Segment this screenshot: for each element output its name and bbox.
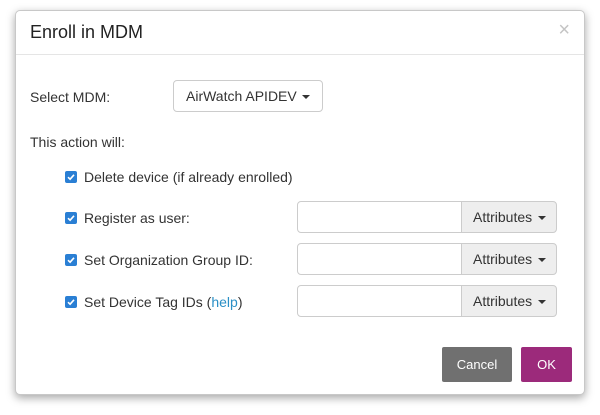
dialog-header: Enroll in MDM × <box>16 11 584 55</box>
attributes-label: Attributes <box>473 209 533 225</box>
org-group-label: Set Organization Group ID: <box>84 252 253 268</box>
device-tags-input-group: Attributes <box>297 285 557 317</box>
attributes-label: Attributes <box>473 293 533 309</box>
device-tags-label: Set Device Tag IDs (help) <box>84 293 243 311</box>
device-tags-input[interactable] <box>297 285 462 317</box>
register-user-label: Register as user: <box>84 210 190 226</box>
register-user-checkbox[interactable] <box>65 212 77 224</box>
caret-down-icon <box>538 300 546 304</box>
org-group-checkbox[interactable] <box>65 254 77 266</box>
caret-down-icon <box>538 258 546 262</box>
checkmark-icon <box>67 299 75 306</box>
caret-down-icon <box>302 95 310 99</box>
mdm-select-dropdown[interactable]: AirWatch APIDEV <box>173 80 323 112</box>
register-user-input[interactable] <box>297 201 462 233</box>
delete-device-checkbox[interactable] <box>65 171 77 183</box>
checkmark-icon <box>67 215 75 222</box>
device-tags-label-suffix: ) <box>237 294 243 310</box>
enroll-mdm-dialog: Enroll in MDM × Select MDM: AirWatch API… <box>15 10 585 395</box>
delete-device-label: Delete device (if already enrolled) <box>84 169 293 185</box>
ok-button[interactable]: OK <box>521 347 572 382</box>
device-tags-attributes-button[interactable]: Attributes <box>461 285 557 317</box>
help-link[interactable]: help <box>211 294 237 310</box>
mdm-select-value: AirWatch APIDEV <box>186 88 297 104</box>
register-user-input-group: Attributes <box>297 201 557 233</box>
checkmark-icon <box>67 257 75 264</box>
select-mdm-label: Select MDM: <box>30 89 111 105</box>
cancel-button[interactable]: Cancel <box>442 347 512 382</box>
attributes-label: Attributes <box>473 251 533 267</box>
dialog-title: Enroll in MDM <box>30 22 144 42</box>
actions-heading: This action will: <box>30 134 125 150</box>
caret-down-icon <box>538 216 546 220</box>
close-icon[interactable]: × <box>558 20 570 40</box>
org-group-attributes-button[interactable]: Attributes <box>461 243 557 275</box>
checkmark-icon <box>67 174 75 181</box>
org-group-input[interactable] <box>297 243 462 275</box>
device-tags-checkbox[interactable] <box>65 296 77 308</box>
org-group-input-group: Attributes <box>297 243 557 275</box>
register-user-attributes-button[interactable]: Attributes <box>461 201 557 233</box>
device-tags-label-prefix: Set Device Tag IDs ( <box>84 294 212 310</box>
